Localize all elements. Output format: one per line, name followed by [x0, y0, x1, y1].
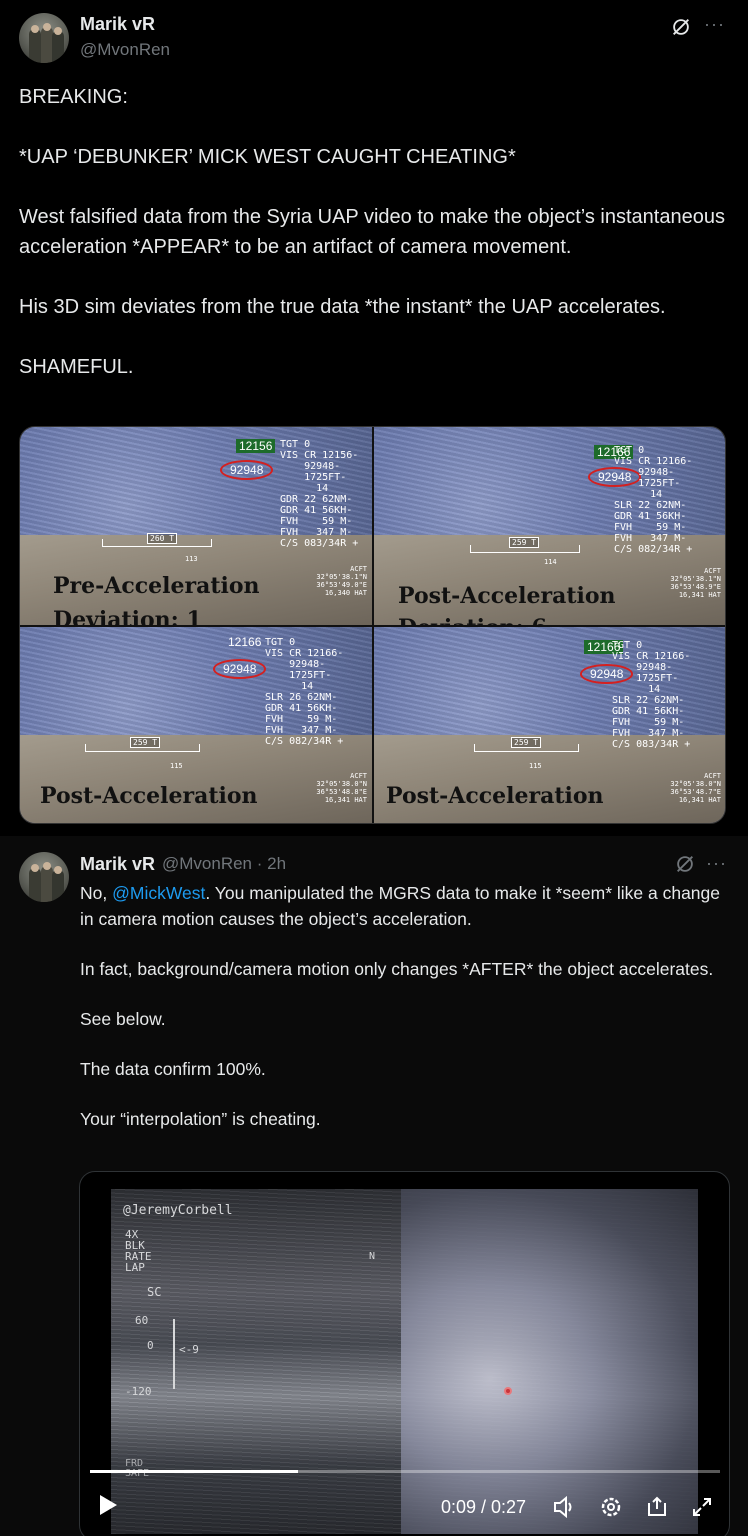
hud-circled-number: 92948 [220, 460, 274, 480]
fullscreen-icon[interactable] [690, 1495, 714, 1524]
video-compass: N [369, 1251, 376, 1262]
hud-top-number: 12166 [228, 635, 262, 649]
hud-scale-label: 259 T [509, 537, 540, 548]
video-hud-left: 4X BLK RATE LAP [125, 1228, 152, 1274]
reply-paragraph: No, @MickWest. You manipulated the MGRS … [80, 880, 730, 932]
media-image[interactable]: 12156 92948 TGT 0 VIS CR 12156- 92948- 1… [20, 427, 372, 625]
post-paragraph: West falsified data from the Syria UAP v… [19, 206, 725, 258]
post-paragraph: SHAMEFUL. [19, 356, 134, 378]
post-paragraph: His 3D sim deviates from the true data *… [19, 296, 666, 318]
video-scale-bottom: -120 [125, 1385, 152, 1398]
hud-readout: TGT 0 VIS CR 12156- 92948- 1725FT- 14 GD… [280, 439, 359, 549]
video-progress-fill [90, 1470, 298, 1473]
video-time: 0:09 / 0:27 [441, 1497, 527, 1517]
more-options-icon[interactable]: ··· [704, 14, 725, 35]
hud-scale-number: 115 [170, 762, 183, 770]
hud-coordinates: ACFT 32°05'38.1"N 36°53'48.9"E 16,341 HA… [670, 567, 721, 599]
media-image[interactable]: 12166 92948 TGT 0 VIS CR 12166- 92948- 1… [374, 427, 725, 625]
hud-scale-number: 113 [185, 555, 198, 563]
media-image[interactable]: 12166 92948 TGT 0 VIS CR 12166- 92948- 1… [374, 627, 725, 823]
reply-paragraph: See below. [80, 1009, 166, 1029]
video-bottom-hud: FRD SAFE [125, 1458, 150, 1479]
more-options-icon[interactable]: ··· [706, 853, 727, 874]
author-avatar[interactable] [19, 13, 69, 63]
hud-coordinates: ACFT 32°05'38.0"N 36°53'48.8"E 16,341 HA… [316, 772, 367, 804]
post-paragraph: *UAP ‘DEBUNKER’ MICK WEST CAUGHT CHEATIN… [19, 146, 516, 168]
hud-readout: TGT 0 VIS CR 12166- 92948- 1725FT- 14 SL… [612, 640, 691, 750]
reply-text-segment: No, [80, 883, 113, 903]
reply-paragraph: Your “interpolation” is cheating. [80, 1109, 321, 1129]
media-image[interactable]: 12166 92948 TGT 0 VIS CR 12166- 92948- 1… [20, 627, 372, 823]
play-icon[interactable] [98, 1494, 118, 1521]
hud-top-number: 12156 [236, 439, 276, 453]
post-text: BREAKING: *UAP ‘DEBUNKER’ MICK WEST CAUG… [19, 82, 734, 382]
hud-scale-label: 260 T [147, 533, 178, 544]
video-scale-mid-mark: <-9 [179, 1343, 199, 1356]
hud-scale-number: 115 [529, 762, 542, 770]
settings-gear-icon[interactable] [599, 1495, 623, 1524]
mention-link[interactable]: @MickWest [112, 883, 205, 903]
video-watermark: @JeremyCorbell [123, 1203, 233, 1218]
hud-coordinates: ACFT 32°05'38.1"N 36°53'49.0"E 16,340 HA… [316, 565, 367, 597]
reply-text: No, @MickWest. You manipulated the MGRS … [80, 880, 730, 1132]
reply-post: Marik vR @MvonRen · 2h ··· No, @MickWest… [0, 836, 748, 1536]
hud-scale-number: 114 [544, 558, 557, 566]
main-post: Marik vR @MvonRen ··· BREAKING: *UAP ‘DE… [0, 0, 748, 836]
picture-in-picture-icon[interactable] [645, 1495, 669, 1524]
media-grid[interactable]: 12156 92948 TGT 0 VIS CR 12156- 92948- 1… [19, 426, 726, 824]
video-scale-mid: 0 [147, 1339, 154, 1352]
video-hud-mode: SC [147, 1285, 162, 1299]
target-marker [504, 1387, 512, 1395]
hud-readout: TGT 0 VIS CR 12166- 92948- 1725FT- 14 SL… [614, 445, 693, 555]
panel-sublabel: Deviation: 1 [53, 607, 202, 625]
panel-label: Post-Acceleration [40, 783, 258, 809]
grok-icon[interactable] [674, 853, 696, 875]
author-name[interactable]: Marik vR [80, 14, 155, 35]
hud-coordinates: ACFT 32°05'38.0"N 36°53'48.7"E 16,341 HA… [670, 772, 721, 804]
video-frame[interactable]: @JeremyCorbell 4X BLK RATE LAP SC 60 0 <… [111, 1189, 698, 1534]
reply-paragraph: The data confirm 100%. [80, 1059, 266, 1079]
author-handle[interactable]: @MvonRen [80, 40, 170, 60]
reply-author-handle[interactable]: @MvonRen · 2h [162, 854, 286, 874]
hud-circled-number: 92948 [213, 659, 267, 679]
panel-label: Post-Acceleration [386, 783, 604, 809]
grok-icon[interactable] [670, 16, 692, 38]
reply-author-avatar[interactable] [19, 852, 69, 902]
reply-author-name[interactable]: Marik vR [80, 854, 155, 875]
post-paragraph: BREAKING: [19, 86, 128, 108]
panel-label: Pre-Acceleration [53, 573, 260, 599]
video-scale-top: 60 [135, 1314, 149, 1327]
panel-label: Post-Acceleration [398, 583, 616, 609]
video-progress-bar[interactable] [90, 1470, 720, 1473]
reply-paragraph: In fact, background/camera motion only c… [80, 959, 714, 979]
panel-sublabel: Deviation: 6 [398, 615, 547, 625]
video-player[interactable]: @JeremyCorbell 4X BLK RATE LAP SC 60 0 <… [79, 1171, 730, 1536]
volume-icon[interactable] [553, 1495, 577, 1523]
hud-readout: TGT 0 VIS CR 12166- 92948- 1725FT- 14 SL… [265, 637, 344, 747]
hud-scale-label: 259 T [130, 737, 161, 748]
hud-scale-label: 259 T [511, 737, 542, 748]
